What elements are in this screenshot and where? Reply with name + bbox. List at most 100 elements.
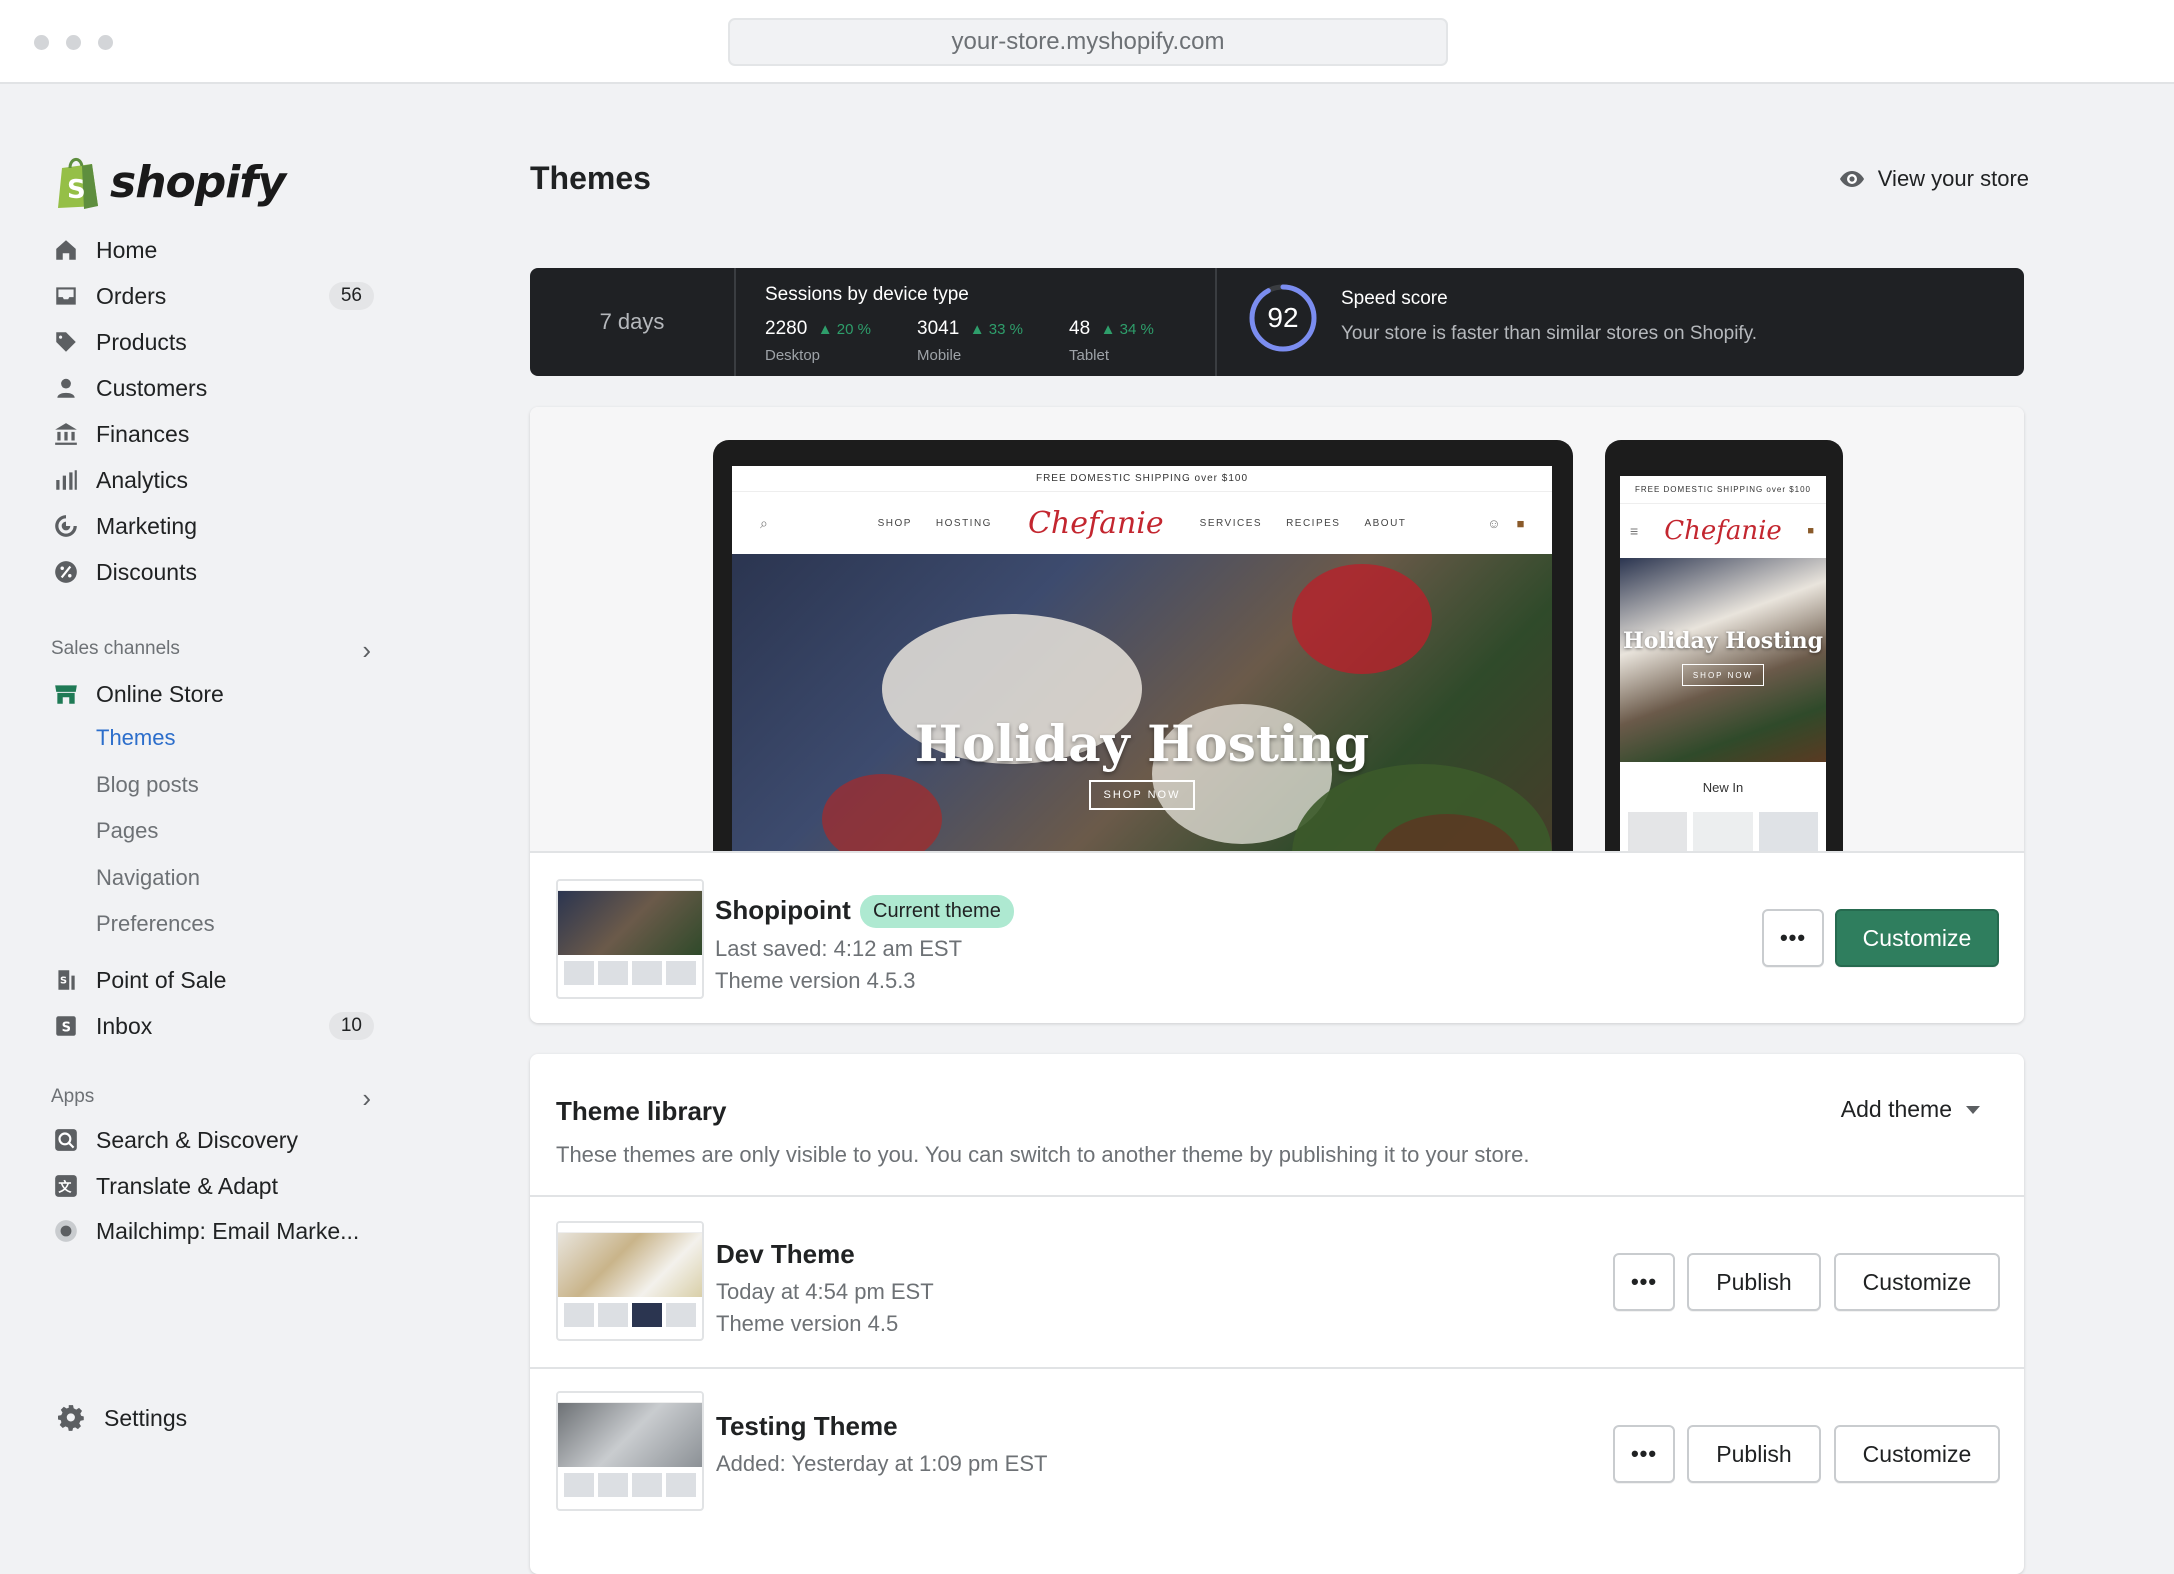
mobile-menu-icon: ≡ — [1630, 523, 1639, 539]
thumb-hero — [558, 891, 702, 955]
metric-change-value: 20 % — [836, 321, 871, 338]
publish-button[interactable]: Publish — [1687, 1253, 1821, 1311]
store-icon — [52, 680, 80, 708]
maximize-window-dot[interactable] — [98, 35, 113, 50]
current-theme-last-saved: Last saved: 4:12 am EST — [715, 936, 963, 961]
sidebar-item-inbox[interactable]: S Inbox 10 — [52, 1006, 382, 1046]
eye-icon — [1839, 171, 1864, 187]
theme-library-description: These themes are only visible to you. Yo… — [556, 1142, 1530, 1167]
theme-thumbnail[interactable] — [556, 1221, 704, 1341]
current-theme-name: Shopipoint — [715, 895, 851, 925]
current-theme-badge: Current theme — [860, 895, 1014, 928]
metric-change-value: 33 % — [988, 321, 1023, 338]
promo-banner: FREE DOMESTIC SHIPPING over $100 — [732, 466, 1552, 492]
svg-text:S: S — [67, 175, 86, 205]
sidebar-item-label: Analytics — [96, 466, 189, 493]
trend-up-icon: ▲ — [817, 321, 833, 338]
thumb-header — [558, 1223, 702, 1233]
bar-chart-icon — [52, 466, 80, 494]
hero-decor — [1292, 564, 1432, 674]
sidebar-subitem-pages[interactable]: Pages — [96, 818, 158, 844]
mobile-promo-banner: FREE DOMESTIC SHIPPING over $100 — [1620, 476, 1826, 504]
page-title: Themes — [530, 160, 651, 196]
minimize-window-dot[interactable] — [66, 35, 81, 50]
thumb-products — [558, 1467, 702, 1503]
sidebar-item-finances[interactable]: Finances — [52, 414, 382, 454]
sidebar-item-label: Marketing — [96, 512, 197, 539]
sidebar-item-orders[interactable]: Orders 56 — [52, 276, 382, 316]
sidebar-subitem-themes[interactable]: Themes — [96, 725, 175, 751]
sidebar-item-label: Orders — [96, 282, 167, 309]
address-bar[interactable]: your-store.myshopify.com — [728, 18, 1448, 66]
sales-channels-heading[interactable]: Sales channels › — [51, 635, 371, 665]
mobile-preview: FREE DOMESTIC SHIPPING over $100 ≡ Chefa… — [1605, 440, 1843, 851]
sidebar-item-label: Search & Discovery — [96, 1126, 298, 1153]
stats-divider — [1215, 268, 1217, 376]
add-theme-label: Add theme — [1840, 1096, 1952, 1122]
sidebar-item-online-store[interactable]: Online Store — [52, 674, 382, 714]
speed-score-value: 92 — [1267, 302, 1299, 333]
sidebar-item-analytics[interactable]: Analytics — [52, 460, 382, 500]
store-nav-link: ABOUT — [1364, 517, 1407, 529]
publish-button[interactable]: Publish — [1687, 1425, 1821, 1483]
sidebar-app-translate-adapt[interactable]: 文 Translate & Adapt — [52, 1166, 382, 1206]
metric-label: Desktop — [765, 347, 821, 364]
customize-button[interactable]: Customize — [1834, 1425, 2000, 1483]
chevron-right-icon[interactable]: › — [362, 1083, 371, 1114]
theme-more-button[interactable]: ••• — [1613, 1425, 1675, 1483]
sidebar-item-customers[interactable]: Customers — [52, 368, 382, 408]
tag-icon — [52, 328, 80, 356]
apps-heading[interactable]: Apps › — [51, 1083, 371, 1113]
mobile-product-thumb — [1693, 812, 1753, 851]
svg-text:S: S — [62, 1020, 71, 1035]
sidebar-subitem-blog-posts[interactable]: Blog posts — [96, 772, 199, 798]
thumb-hero — [558, 1403, 702, 1467]
desktop-metric: 2280 ▲ 20 % Desktop — [765, 318, 905, 364]
mobile-section-title: New In — [1702, 779, 1744, 795]
mobile-hero-image: Holiday Hosting SHOP NOW — [1620, 558, 1826, 762]
desktop-preview-screen: FREE DOMESTIC SHIPPING over $100 ⌕ SHOP … — [732, 466, 1552, 851]
tablet-metric: 48 ▲ 34 % Tablet — [1069, 318, 1209, 364]
mobile-store-nav: ≡ Chefanie ■ — [1620, 504, 1826, 558]
sidebar-app-search-discovery[interactable]: Search & Discovery — [52, 1120, 382, 1160]
metric-change: ▲ 20 % — [818, 321, 871, 338]
sidebar-subitem-navigation[interactable]: Navigation — [96, 865, 200, 891]
add-theme-dropdown[interactable]: Add theme — [1841, 1096, 1980, 1123]
sidebar-item-label: Home — [96, 236, 158, 263]
sidebar-item-label: Point of Sale — [96, 966, 227, 993]
sidebar-item-point-of-sale[interactable]: S Point of Sale — [52, 960, 382, 1000]
mobile-product-thumb — [1628, 812, 1688, 851]
current-theme-thumbnail[interactable] — [556, 879, 704, 999]
close-window-dot[interactable] — [34, 35, 49, 50]
metric-label: Mobile — [917, 347, 962, 364]
hero-image: Holiday Hosting SHOP NOW — [732, 554, 1552, 851]
sidebar-item-label: Translate & Adapt — [96, 1172, 278, 1199]
sidebar-subitem-preferences[interactable]: Preferences — [96, 911, 215, 937]
sidebar-item-label: Finances — [96, 420, 190, 447]
shopify-bag-icon: S — [58, 158, 98, 209]
customize-button[interactable]: Customize — [1834, 1253, 2000, 1311]
store-nav-link: RECIPES — [1286, 517, 1341, 529]
store-nav-link: SHOP — [877, 517, 912, 529]
sidebar-item-marketing[interactable]: Marketing — [52, 506, 382, 546]
theme-library-title: Theme library — [556, 1096, 727, 1126]
trend-up-icon: ▲ — [1100, 321, 1116, 338]
sidebar-app-mailchimp[interactable]: Mailchimp: Email Marke... — [52, 1211, 382, 1251]
date-range-selector[interactable]: 7 days — [530, 268, 736, 376]
store-brand-logo: Chefanie — [1027, 505, 1164, 541]
customize-current-theme-button[interactable]: Customize — [1835, 909, 1999, 967]
view-store-link[interactable]: View your store — [1838, 166, 2029, 192]
mobile-hero-title: Holiday Hosting — [1623, 628, 1823, 654]
caret-down-icon — [1966, 1105, 1980, 1114]
sidebar-item-settings[interactable]: Settings — [58, 1404, 187, 1432]
theme-thumbnail[interactable] — [556, 1391, 704, 1511]
gear-icon — [58, 1405, 84, 1431]
sidebar-item-products[interactable]: Products — [52, 322, 382, 362]
sidebar-item-discounts[interactable]: Discounts — [52, 552, 382, 592]
chevron-right-icon[interactable]: › — [362, 635, 371, 666]
shopify-logo[interactable]: S shopify — [54, 154, 286, 210]
theme-more-button[interactable]: ••• — [1613, 1253, 1675, 1311]
sidebar-item-home[interactable]: Home — [52, 230, 382, 270]
current-theme-more-button[interactable]: ••• — [1762, 909, 1824, 967]
speed-score-title[interactable]: Speed score — [1341, 288, 1448, 310]
